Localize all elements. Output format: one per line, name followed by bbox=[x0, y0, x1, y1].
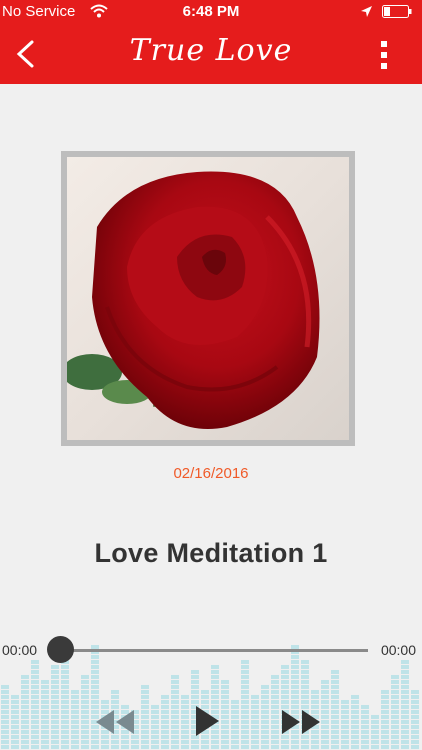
rewind-button[interactable] bbox=[94, 705, 136, 739]
page-title: True Love bbox=[129, 33, 293, 68]
progress-track[interactable] bbox=[60, 649, 368, 652]
fast-forward-button[interactable] bbox=[280, 705, 322, 739]
album-art bbox=[61, 151, 355, 446]
elapsed-time: 00:00 bbox=[2, 642, 38, 658]
location-arrow-icon bbox=[361, 6, 372, 17]
rose-image bbox=[67, 157, 349, 440]
progress-thumb[interactable] bbox=[47, 636, 74, 663]
total-duration: 00:00 bbox=[380, 642, 416, 658]
rewind-icon bbox=[96, 710, 134, 734]
more-options-icon[interactable] bbox=[372, 38, 396, 72]
header-bar: True Love bbox=[0, 24, 422, 84]
release-date: 02/16/2016 bbox=[173, 465, 249, 482]
play-button[interactable] bbox=[193, 703, 221, 739]
play-icon bbox=[196, 706, 219, 736]
status-bar: No Service 6:48 PM bbox=[0, 0, 422, 24]
battery-icon bbox=[382, 5, 412, 18]
track-title: Love Meditation 1 bbox=[94, 538, 328, 568]
clock: 6:48 PM bbox=[182, 3, 240, 20]
fast-forward-icon bbox=[282, 710, 320, 734]
